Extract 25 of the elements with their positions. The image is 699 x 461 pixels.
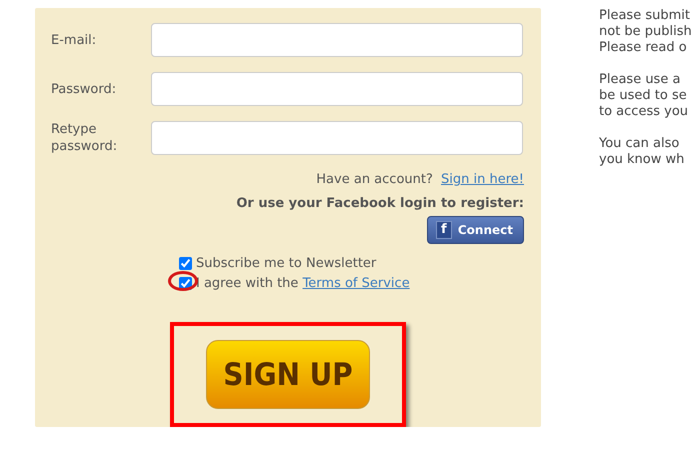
info-text: You can also <box>599 136 680 152</box>
info-text: not be publish <box>599 24 692 40</box>
info-text: Please use a <box>599 72 682 88</box>
option-label: I agree with the Terms of Service <box>196 276 410 291</box>
info-text: to access you <box>599 104 690 120</box>
input-field[interactable] <box>151 23 523 57</box>
field-label: E-mail: <box>51 32 98 48</box>
facebook-icon: f <box>436 221 452 239</box>
option-label: Subscribe me to Newsletter <box>196 256 376 271</box>
facebook-prompt: Or use your Facebook login to register: <box>236 196 524 211</box>
account-prompt: Have an account? <box>316 172 433 187</box>
input-field[interactable] <box>151 72 523 106</box>
terms-link[interactable]: Terms of Service <box>302 276 410 291</box>
field-label: Retype password: <box>51 121 118 155</box>
input-field[interactable] <box>151 121 523 155</box>
checkbox[interactable] <box>179 257 192 270</box>
info-text: you know wh <box>599 152 686 168</box>
facebook-connect-button[interactable]: f Connect <box>426 216 524 244</box>
info-text: be used to se <box>599 88 688 104</box>
checkbox[interactable] <box>179 277 192 290</box>
sign-up-button[interactable]: SIGN UP <box>206 340 370 409</box>
info-text: Please submit <box>599 8 691 24</box>
field-label: Password: <box>51 80 118 98</box>
sign-in-link[interactable]: Sign in here! <box>441 172 524 187</box>
info-text: Please read o <box>599 40 688 56</box>
